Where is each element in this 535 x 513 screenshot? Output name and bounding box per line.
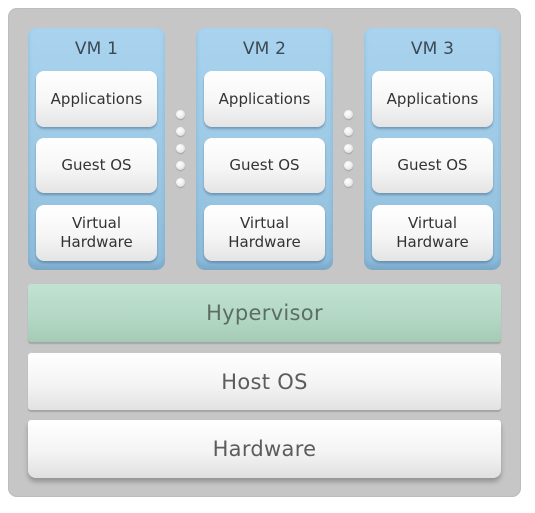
separator-dots-1 [176,110,186,195]
vm-3-container: VM 3 Applications Guest OS Virtual Hardw… [364,28,501,268]
ellipsis-dot [344,178,353,187]
vm-2-guest-os-label: Guest OS [229,156,300,174]
vm-1-title: VM 1 [74,39,119,59]
ellipsis-dot [344,110,353,119]
ellipsis-dot [176,178,185,187]
separator-dots-2 [344,110,354,195]
hardware-label: Hardware [212,437,317,461]
hypervisor-layer: Hypervisor [28,284,501,342]
vm-1-applications: Applications [36,71,157,127]
vm-1-guest-os: Guest OS [36,138,157,193]
vm-2-applications: Applications [204,71,325,127]
ellipsis-dot [344,161,353,170]
vm-2-virtual-hardware-label-line1: Virtual [239,214,289,232]
ellipsis-dot [176,127,185,136]
ellipsis-dot [176,110,185,119]
ellipsis-dot [344,127,353,136]
vm-2-virtual-hardware-label-line2: Hardware [228,233,301,251]
vm-3-virtual-hardware-label-line2: Hardware [396,233,469,251]
ellipsis-dot [176,144,185,153]
vm-2-title: VM 2 [242,39,287,59]
vm-1-virtual-hardware-label-line2: Hardware [60,233,133,251]
vm-2-virtual-hardware: Virtual Hardware [204,205,325,261]
vm-1-guest-os-label: Guest OS [61,156,132,174]
vm-1-virtual-hardware: Virtual Hardware [36,205,157,261]
vm-3-guest-os: Guest OS [372,138,493,193]
host-os-layer: Host OS [28,353,501,410]
ellipsis-dot [176,161,185,170]
hardware-layer: Hardware [28,420,501,478]
vm-3-virtual-hardware-label-line1: Virtual [407,214,457,232]
vm-3-applications-label: Applications [386,89,479,108]
host-os-label: Host OS [221,369,308,394]
vm-3-virtual-hardware: Virtual Hardware [372,205,493,261]
vm-3-title: VM 3 [410,39,455,59]
vm-2-container: VM 2 Applications Guest OS Virtual Hardw… [196,28,333,268]
vm-1-virtual-hardware-label-line1: Virtual [71,214,121,232]
vm-3-guest-os-label: Guest OS [397,156,468,174]
vm-3-applications: Applications [372,71,493,127]
hypervisor-label: Hypervisor [206,301,323,325]
vm-1-container: VM 1 Applications Guest OS Virtual Hardw… [28,28,165,268]
vm-2-applications-label: Applications [218,89,311,108]
vm-1-applications-label: Applications [50,89,143,108]
ellipsis-dot [344,144,353,153]
vm-2-guest-os: Guest OS [204,138,325,193]
